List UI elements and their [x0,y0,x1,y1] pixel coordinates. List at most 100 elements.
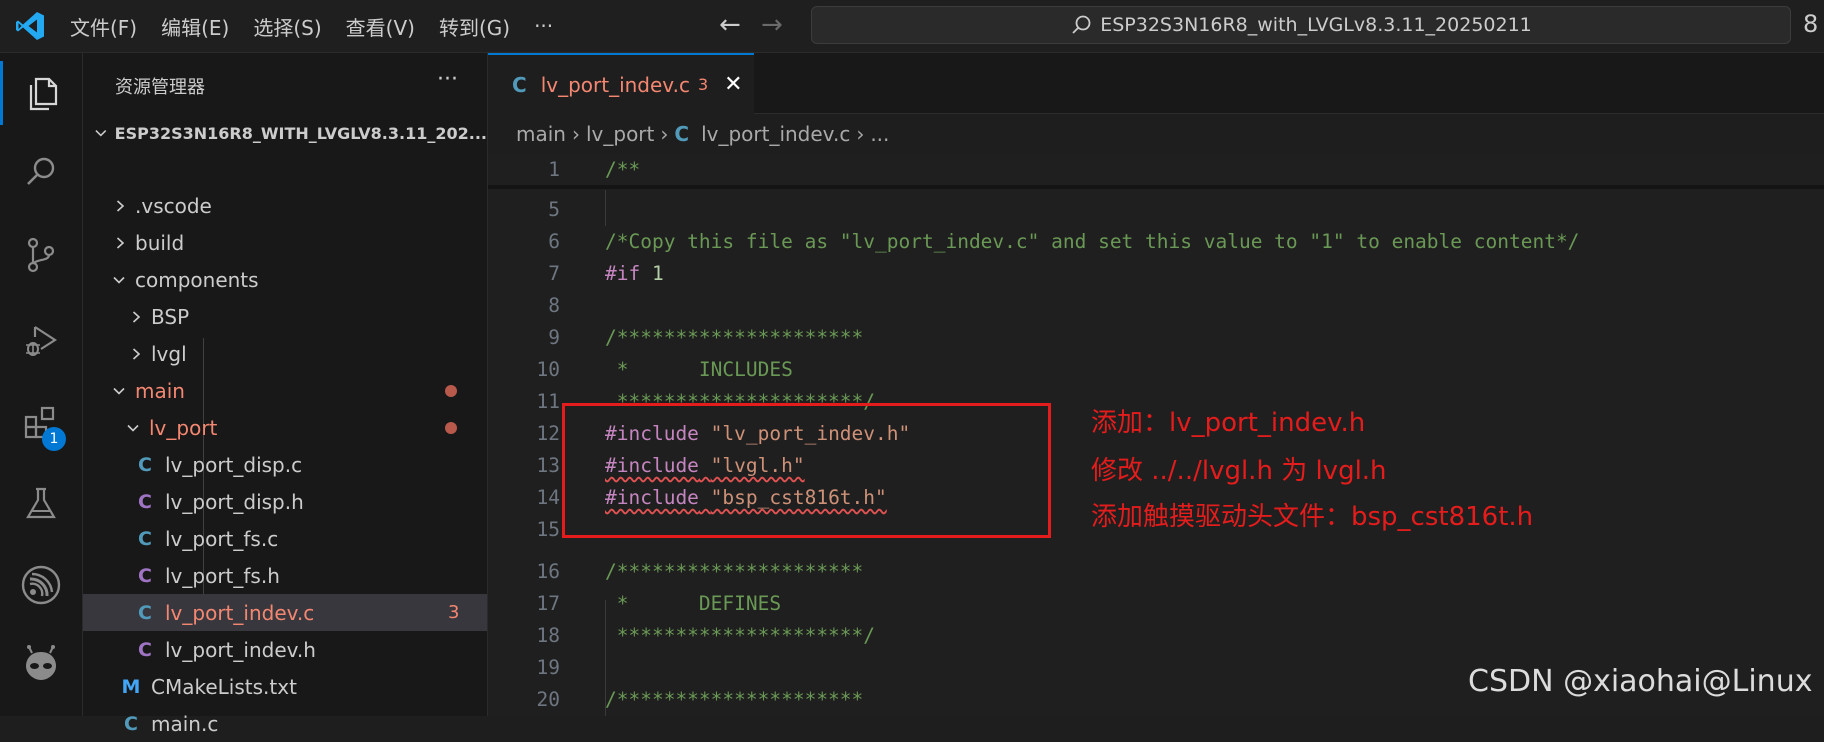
breadcrumb-file[interactable]: lv_port_indev.c [701,122,850,146]
code-token: /********************* [605,688,864,711]
breadcrumb-symbol[interactable]: ... [870,122,889,146]
tree-item-build[interactable]: build [83,224,487,261]
code-line[interactable]: 16 /********************* [488,556,1824,588]
code-token: /*Copy this file as "lv_port_indev.c" an… [605,230,1580,253]
menu-view[interactable]: 查看(V) [346,12,415,41]
search-activity[interactable] [0,141,82,205]
menu-selection[interactable]: 选择(S) [253,12,321,41]
line-number: 15 [536,518,560,541]
workspace-root-label: ESP32S3N16R8_WITH_LVGLV8.3.11_202... [114,123,487,143]
titlebar-right-glyph[interactable]: 8 [1803,10,1818,38]
chevron-right-icon [116,236,125,249]
tree-item-main[interactable]: main [83,372,487,409]
tab-lv-port-indev-c[interactable]: C lv_port_indev.c 3 ✕ [488,53,754,114]
watermark: CSDN @xiaohai@Linux [1468,664,1813,699]
tree-item-components[interactable]: components [83,261,487,298]
explorer-title: 资源管理器 [115,77,205,98]
code-line[interactable]: 9 /********************* [488,322,1824,354]
chevron-down-icon [95,129,107,137]
testing-activity[interactable] [0,471,82,535]
extensions-badge: 1 [42,427,66,451]
tree-item-lv-port[interactable]: lv_port [83,409,487,446]
close-icon[interactable]: ✕ [724,72,742,97]
search-icon [1072,15,1091,34]
workspace-root[interactable]: ESP32S3N16R8_WITH_LVGLV8.3.11_202... [83,116,487,150]
run-debug-activity[interactable] [0,309,82,373]
code-text: #if 1 [605,258,664,290]
vscode-logo-icon[interactable] [14,10,46,42]
explorer-more-button[interactable]: ··· [437,67,458,92]
annotation-text: 添加触摸驱动头文件：bsp_cst816t.h [1091,502,1534,532]
flask-icon [26,487,56,519]
line-number: 17 [536,592,560,615]
tree-item-bsp[interactable]: BSP [83,298,487,335]
activity-bar: 1 [0,53,83,716]
annotation-text: 修改 ../../lvgl.h 为 lvgl.h [1091,456,1387,486]
c-file-icon: C [674,122,690,146]
back-arrow-icon[interactable]: ← [719,12,741,38]
code-text: * INCLUDES [605,354,793,386]
code-line[interactable]: 7 #if 1 [488,258,1824,290]
code-line[interactable]: 6 /*Copy this file as "lv_port_indev.c" a… [488,226,1824,258]
chevron-right-icon [132,347,141,360]
tree-item-lv-port-indev-h[interactable]: C lv_port_indev.h [83,631,487,668]
explorer-sidebar: 资源管理器 ··· ESP32S3N16R8_WITH_LVGLV8.3.11_… [83,53,488,736]
breadcrumb-lv-port[interactable]: lv_port [586,122,654,146]
code-text: * DEFINES [605,588,781,620]
tree-item-label: BSP [151,304,190,329]
tree-item-label: build [135,230,185,255]
menu-edit[interactable]: 编辑(E) [161,12,229,41]
line-number: 12 [536,422,560,445]
tree-item-label: .vscode [135,193,212,218]
tree-item-cmakelists[interactable]: M CMakeLists.txt [83,668,487,705]
problem-count: 3 [448,602,460,623]
code-text: /********************* [605,684,863,716]
code-text: /** [605,154,640,186]
code-line[interactable]: 8 [488,290,1824,322]
code-token: *********************/ [605,624,876,647]
explorer-activity[interactable] [0,61,82,125]
search-icon [27,157,55,185]
line-number: 13 [536,454,560,477]
tree-item-vscode[interactable]: .vscode [83,187,487,224]
tree-item-lv-port-fs-h[interactable]: C lv_port_fs.h [83,557,487,594]
c-header-file-icon: C [138,564,152,587]
tree-item-lv-port-disp-c[interactable]: C lv_port_disp.c [83,446,487,483]
tree-item-label: lv_port_fs.h [165,563,280,588]
breadcrumb-main[interactable]: main [516,122,566,146]
platformio-activity[interactable] [0,633,82,697]
code-line[interactable]: 5 [488,194,1824,226]
tree-item-label: lv_port_disp.h [165,489,304,514]
code-line[interactable]: 1 /** [488,154,1824,186]
esp-idf-activity[interactable] [0,553,82,617]
code-token: /********************* [605,326,864,349]
code-text: /********************* [605,556,863,588]
line-number: 19 [536,656,560,679]
code-text: *********************/ [605,620,875,652]
tree-item-main-c[interactable]: C main.c [83,705,487,742]
tree-item-lv-port-fs-c[interactable]: C lv_port_fs.c [83,520,487,557]
chevron-right-icon [116,199,125,212]
tree-item-lv-port-indev-c[interactable]: C lv_port_indev.c 3 [83,594,487,631]
menu-more-button[interactable]: ··· [534,14,553,38]
forward-arrow-icon[interactable]: → [761,12,783,38]
tree-item-label: lv_port_fs.c [165,526,279,551]
code-token: 1 [640,262,664,285]
code-line[interactable]: 10 * INCLUDES [488,354,1824,386]
command-center-search[interactable]: ESP32S3N16R8_with_LVGLv8.3.11_20250211 [811,6,1791,44]
code-line[interactable]: 18 *********************/ [488,620,1824,652]
menu-file[interactable]: 文件(F) [70,12,137,41]
line-number: 10 [536,358,560,381]
line-number: 7 [548,262,560,285]
c-header-file-icon: C [138,638,152,661]
code-line[interactable]: 17 * DEFINES [488,588,1824,620]
tree-item-lvgl[interactable]: lvgl [83,335,487,372]
tree-item-label: main [135,378,185,403]
menu-bar: 文件(F) 编辑(E) 选择(S) 查看(V) 转到(G) ··· [70,0,577,52]
source-control-activity[interactable] [0,223,82,287]
extensions-activity[interactable]: 1 [0,391,82,455]
c-file-icon: C [138,527,152,550]
tree-item-lv-port-disp-h[interactable]: C lv_port_disp.h [83,483,487,520]
code-text: /*Copy this file as "lv_port_indev.c" an… [605,226,1579,258]
menu-go[interactable]: 转到(G) [439,12,510,41]
